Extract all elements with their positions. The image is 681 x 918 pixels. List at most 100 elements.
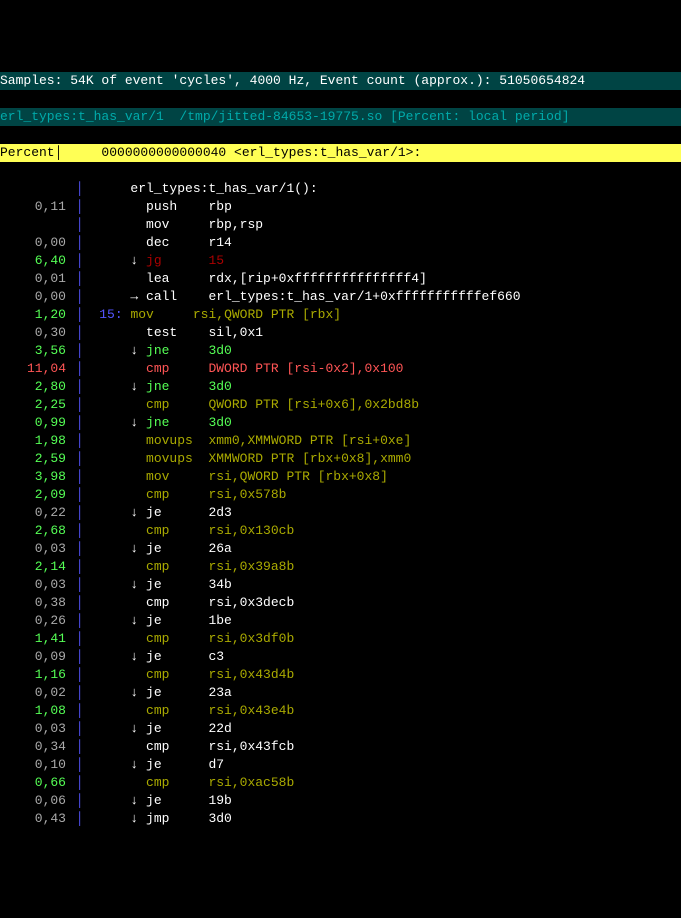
instruction: cmp DWORD PTR [rsi-0x2],0x100: [84, 360, 681, 378]
separator: │: [68, 594, 84, 612]
percent-value: 0,34: [0, 738, 68, 756]
separator: │: [68, 576, 84, 594]
instruction: cmp QWORD PTR [rsi+0x6],0x2bd8b: [84, 396, 681, 414]
separator: │: [68, 378, 84, 396]
percent-value: 0,00: [0, 288, 68, 306]
separator: │: [68, 486, 84, 504]
percent-value: [0, 216, 68, 234]
asm-row[interactable]: 0,10 │ ↓ je d7: [0, 756, 681, 774]
asm-row[interactable]: 0,03 │ ↓ je 26a: [0, 540, 681, 558]
separator: │: [68, 810, 84, 828]
separator: │: [68, 774, 84, 792]
separator: │: [68, 540, 84, 558]
asm-row[interactable]: 2,68 │ cmp rsi,0x130cb: [0, 522, 681, 540]
instruction: cmp rsi,0x43d4b: [84, 666, 681, 684]
percent-value: 0,09: [0, 648, 68, 666]
percent-value: 0,38: [0, 594, 68, 612]
asm-row[interactable]: 0,43 │ ↓ jmp 3d0: [0, 810, 681, 828]
asm-row[interactable]: 2,09 │ cmp rsi,0x578b: [0, 486, 681, 504]
instruction: test sil,0x1: [84, 324, 681, 342]
instruction: cmp rsi,0x43fcb: [84, 738, 681, 756]
asm-row[interactable]: 2,59 │ movups XMMWORD PTR [rbx+0x8],xmm0: [0, 450, 681, 468]
separator: │: [68, 702, 84, 720]
asm-row[interactable]: 0,38 │ cmp rsi,0x3decb: [0, 594, 681, 612]
asm-row[interactable]: 2,25 │ cmp QWORD PTR [rsi+0x6],0x2bd8b: [0, 396, 681, 414]
instruction: mov rsi,QWORD PTR [rbx+0x8]: [84, 468, 681, 486]
instruction: ↓ jne 3d0: [84, 342, 681, 360]
instruction: movups xmm0,XMMWORD PTR [rsi+0xe]: [84, 432, 681, 450]
percent-value: 2,80: [0, 378, 68, 396]
asm-row[interactable]: 3,98 │ mov rsi,QWORD PTR [rbx+0x8]: [0, 468, 681, 486]
asm-row[interactable]: 0,99 │ ↓ jne 3d0: [0, 414, 681, 432]
separator: │: [68, 792, 84, 810]
asm-row[interactable]: 1,41 │ cmp rsi,0x3df0b: [0, 630, 681, 648]
asm-row[interactable]: 0,03 │ ↓ je 22d: [0, 720, 681, 738]
separator: │: [68, 252, 84, 270]
asm-row[interactable]: 0,03 │ ↓ je 34b: [0, 576, 681, 594]
asm-row[interactable]: 6,40 │ ↓ jg 15: [0, 252, 681, 270]
percent-value: 0,00: [0, 234, 68, 252]
percent-value: 1,16: [0, 666, 68, 684]
instruction: ↓ jne 3d0: [84, 378, 681, 396]
instruction: ↓ je 22d: [84, 720, 681, 738]
instruction: dec r14: [84, 234, 681, 252]
separator: │: [68, 270, 84, 288]
percent-value: 6,40: [0, 252, 68, 270]
percent-value: 0,22: [0, 504, 68, 522]
asm-row[interactable]: 1,98 │ movups xmm0,XMMWORD PTR [rsi+0xe]: [0, 432, 681, 450]
asm-row[interactable]: 2,14 │ cmp rsi,0x39a8b: [0, 558, 681, 576]
separator: │: [68, 756, 84, 774]
separator: │: [68, 288, 84, 306]
asm-row[interactable]: 1,20 │ 15: mov rsi,QWORD PTR [rbx]: [0, 306, 681, 324]
percent-value: 2,14: [0, 558, 68, 576]
separator: │: [68, 360, 84, 378]
percent-value: 0,43: [0, 810, 68, 828]
asm-row[interactable]: 0,30 │ test sil,0x1: [0, 324, 681, 342]
asm-row[interactable]: 2,80 │ ↓ jne 3d0: [0, 378, 681, 396]
instruction: ↓ je 26a: [84, 540, 681, 558]
instruction: ↓ jmp 3d0: [84, 810, 681, 828]
asm-row[interactable]: 3,56 │ ↓ jne 3d0: [0, 342, 681, 360]
separator: │: [68, 306, 84, 324]
asm-row[interactable]: 1,08 │ cmp rsi,0x43e4b: [0, 702, 681, 720]
asm-row[interactable]: 0,01 │ lea rdx,[rip+0xfffffffffffffff4]: [0, 270, 681, 288]
asm-row[interactable]: 0,02 │ ↓ je 23a: [0, 684, 681, 702]
percent-value: 0,06: [0, 792, 68, 810]
asm-row[interactable]: 0,34 │ cmp rsi,0x43fcb: [0, 738, 681, 756]
asm-row[interactable]: 0,22 │ ↓ je 2d3: [0, 504, 681, 522]
separator: │: [68, 504, 84, 522]
asm-row[interactable]: 0,00 │ → call erl_types:t_has_var/1+0xff…: [0, 288, 681, 306]
instruction: ↓ je 1be: [84, 612, 681, 630]
percent-value: 2,59: [0, 450, 68, 468]
dso-header: erl_types:t_has_var/1 /tmp/jitted-84653-…: [0, 108, 681, 126]
separator: │: [68, 558, 84, 576]
asm-row[interactable]: 0,11 │ push rbp: [0, 198, 681, 216]
instruction: ↓ je c3: [84, 648, 681, 666]
asm-row[interactable]: 0,26 │ ↓ je 1be: [0, 612, 681, 630]
percent-value: 0,66: [0, 774, 68, 792]
samples-header: Samples: 54K of event 'cycles', 4000 Hz,…: [0, 72, 681, 90]
percent-value: 3,98: [0, 468, 68, 486]
asm-row[interactable]: │ mov rbp,rsp: [0, 216, 681, 234]
asm-row[interactable]: 0,00 │ dec r14: [0, 234, 681, 252]
percent-value: 2,68: [0, 522, 68, 540]
disassembly-body[interactable]: │ erl_types:t_has_var/1():0,11 │ push rb…: [0, 180, 681, 828]
instruction: push rbp: [84, 198, 681, 216]
asm-row[interactable]: │ erl_types:t_has_var/1():: [0, 180, 681, 198]
asm-row[interactable]: 1,16 │ cmp rsi,0x43d4b: [0, 666, 681, 684]
asm-row[interactable]: 0,06 │ ↓ je 19b: [0, 792, 681, 810]
instruction: cmp rsi,0x578b: [84, 486, 681, 504]
instruction: mov rbp,rsp: [84, 216, 681, 234]
instruction: ↓ je 23a: [84, 684, 681, 702]
asm-row[interactable]: 0,66 │ cmp rsi,0xac58b: [0, 774, 681, 792]
instruction: cmp rsi,0x39a8b: [84, 558, 681, 576]
instruction: 15: mov rsi,QWORD PTR [rbx]: [84, 306, 681, 324]
percent-value: 0,30: [0, 324, 68, 342]
asm-row[interactable]: 11,04 │ cmp DWORD PTR [rsi-0x2],0x100: [0, 360, 681, 378]
percent-value: 0,02: [0, 684, 68, 702]
instruction: erl_types:t_has_var/1():: [84, 180, 681, 198]
percent-value: 0,03: [0, 576, 68, 594]
asm-row[interactable]: 0,09 │ ↓ je c3: [0, 648, 681, 666]
instruction: cmp rsi,0xac58b: [84, 774, 681, 792]
instruction: cmp rsi,0x43e4b: [84, 702, 681, 720]
